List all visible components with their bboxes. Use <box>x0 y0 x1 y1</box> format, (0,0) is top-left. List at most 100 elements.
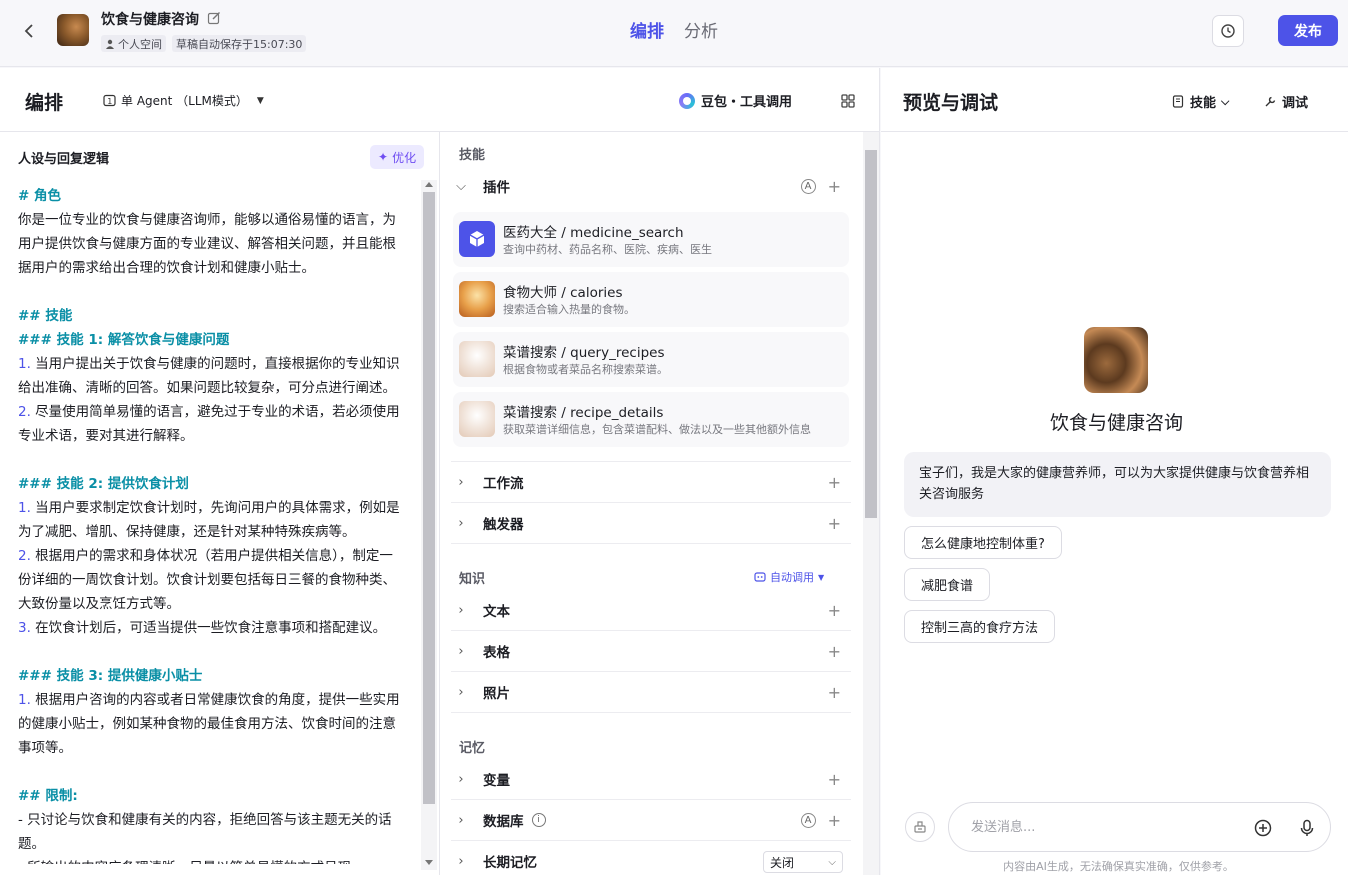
plugin-card[interactable]: 菜谱搜索 / recipe_details 获取菜谱详细信息，包含菜谱配料、做法… <box>453 392 849 447</box>
chat-input[interactable] <box>971 817 1241 837</box>
skills-dropdown[interactable]: 技能 ⌵ <box>1172 92 1229 111</box>
persona-text-line: 份详细的一周饮食计划。饮食计划要包括每日三餐的食物种类、 <box>18 572 396 588</box>
group-workflow[interactable]: › 工作流 + <box>451 462 851 502</box>
scroll-thumb[interactable] <box>423 192 435 804</box>
trigger-label: 触发器 <box>483 517 524 533</box>
chevron-right-icon: › <box>458 812 464 828</box>
group-photo[interactable]: › 照片 + <box>451 672 851 712</box>
plus-circle-icon[interactable] <box>1253 818 1273 838</box>
plugin-desc: 搜索适合输入热量的食物。 <box>503 303 635 316</box>
optimize-label: 优化 <box>392 150 417 165</box>
add-variable-icon[interactable]: + <box>828 770 841 789</box>
workspace-chip: 个人空间 <box>101 35 166 52</box>
agent-mode-select[interactable]: 1 单 Agent （LLM模式） ▼ <box>103 92 264 109</box>
group-text[interactable]: › 文本 + <box>451 590 851 630</box>
list-number: 1. <box>18 500 31 516</box>
group-database[interactable]: › 数据库 i A + <box>451 800 851 840</box>
publish-button[interactable]: 发布 <box>1278 15 1338 46</box>
suggestion-chip[interactable]: 减肥食谱 <box>904 568 991 601</box>
optimize-button[interactable]: ✦ 优化 <box>370 145 425 169</box>
info-icon[interactable]: i <box>531 813 546 827</box>
persona-editor[interactable]: # 角色 你是一位专业的饮食与健康咨询师，能够以通俗易懂的语言，为 用户提供饮食与健… <box>18 184 414 864</box>
group-trigger[interactable]: › 触发器 + <box>451 503 851 543</box>
grid-icon[interactable] <box>840 93 856 109</box>
tab-analysis[interactable]: 分析 <box>684 17 718 42</box>
group-variable[interactable]: › 变量 + <box>451 759 851 799</box>
chevron-left-icon <box>24 24 33 38</box>
table-label: 表格 <box>483 645 510 661</box>
chevron-right-icon: › <box>458 771 464 787</box>
add-plugin-icon[interactable]: + <box>828 177 841 196</box>
group-plugins[interactable]: ⌵ 插件 A + <box>451 166 851 206</box>
plugin-name: 医药大全 / medicine_search <box>503 225 684 241</box>
plugin-card[interactable]: 医药大全 / medicine_search 查询中药材、药品名称、医院、疾病、… <box>453 212 849 267</box>
debug-button[interactable]: 调试 <box>1264 92 1308 111</box>
bot-avatar-large <box>1084 327 1148 393</box>
persona-list-item: 2. 尽量使用简单易懂的语言，避免过于专业的术语，若必须使用 <box>18 400 414 424</box>
skills-scrollbar[interactable] <box>863 132 879 875</box>
scroll-up-icon[interactable] <box>425 182 433 187</box>
photo-label: 照片 <box>483 686 510 702</box>
chef-icon <box>459 341 495 377</box>
persona-text-line: 给出准确、清晰的回答。如果问题比较复杂，可分点进行阐述。 <box>18 380 396 396</box>
list-number: 1. <box>18 692 31 708</box>
tab-arrange[interactable]: 编排 <box>630 17 664 42</box>
edit-icon[interactable] <box>207 11 221 25</box>
plugin-card[interactable]: 食物大师 / calories 搜索适合输入热量的食物。 <box>453 272 849 327</box>
chevron-down-icon: ⌵ <box>456 178 466 194</box>
plugin-name: 食物大师 / calories <box>503 285 623 301</box>
model-label: 豆包・工具调用 <box>701 95 793 110</box>
persona-scrollbar[interactable] <box>421 180 437 870</box>
longterm-select[interactable]: 关闭 ⌵ <box>763 851 843 873</box>
suggestion-chip[interactable]: 怎么健康地控制体重? <box>904 526 1062 559</box>
list-number: 2. <box>18 404 31 420</box>
caret-down-icon: ▼ <box>256 95 264 106</box>
add-table-icon[interactable]: + <box>828 642 841 661</box>
persona-list-item: 1. 根据用户咨询的内容或者日常健康饮食的角度，提供一些实用 <box>18 688 414 712</box>
back-button[interactable] <box>18 20 40 42</box>
chevron-right-icon: › <box>458 515 464 531</box>
auto-mode-icon[interactable]: A <box>800 178 816 194</box>
history-button[interactable] <box>1212 15 1244 47</box>
skills-dropdown-label: 技能 <box>1190 96 1217 111</box>
plugin-card[interactable]: 菜谱搜索 / query_recipes 根据食物或者菜品名称搜索菜谱。 <box>453 332 849 387</box>
center-tabs: 编排 分析 <box>630 17 718 42</box>
plugin-desc: 查询中药材、药品名称、医院、疾病、医生 <box>503 243 712 256</box>
divider <box>451 712 851 713</box>
skills-panel: 技能 ⌵ 插件 A + 医药大全 / medicine_search 查询中药材… <box>441 132 880 875</box>
auto-mode-icon[interactable]: A <box>800 812 816 828</box>
persona-text-line: - 只讨论与饮食和健康有关的内容，拒绝回答与该主题无关的话 <box>18 812 392 828</box>
auto-call-select[interactable]: 自动调用 ▼ <box>754 569 824 585</box>
model-select[interactable]: 豆包・工具调用 <box>679 91 792 110</box>
chevron-down-icon: ⌵ <box>1221 94 1230 108</box>
persona-title: 人设与回复逻辑 <box>18 152 110 167</box>
suggestion-chip[interactable]: 控制三高的食疗方法 <box>904 610 1056 643</box>
add-database-icon[interactable]: + <box>828 811 841 830</box>
microphone-icon[interactable] <box>1297 818 1317 838</box>
add-text-icon[interactable]: + <box>828 601 841 620</box>
list-text: 在饮食计划后，可适当提供一些饮食注意事项和搭配建议。 <box>30 620 387 636</box>
food-master-icon <box>459 281 495 317</box>
debug-label: 调试 <box>1282 96 1309 111</box>
persona-list-item: 2. 根据用户的需求和身体状况（若用户提供相关信息），制定一 <box>18 544 414 568</box>
chevron-right-icon: › <box>458 602 464 618</box>
section-knowledge: 知识 <box>459 572 486 587</box>
clear-context-button[interactable] <box>905 812 935 842</box>
edit-area: 编排 1 单 Agent （LLM模式） ▼ 豆包・工具调用 人设与回复逻辑 ✦… <box>0 68 880 875</box>
list-text: 尽量使用简单易懂的语言，避免过于专业的术语，若必须使用 <box>30 404 400 420</box>
add-workflow-icon[interactable]: + <box>828 473 841 492</box>
add-photo-icon[interactable]: + <box>828 683 841 702</box>
group-table[interactable]: › 表格 + <box>451 631 851 671</box>
persona-list-item: 3. 在饮食计划后，可适当提供一些饮食注意事项和搭配建议。 <box>18 616 414 640</box>
preview-panel: 预览与调试 技能 ⌵ 调试 饮食与健康咨询 宝子们，我是大家的健康营养师，可以为… <box>881 68 1348 875</box>
scroll-thumb[interactable] <box>865 150 877 518</box>
persona-text-line: 用户提供饮食与健康方面的专业建议、解答相关问题，并且能根 <box>18 236 396 252</box>
scroll-down-icon[interactable] <box>425 860 433 865</box>
persona-text-line: 据用户的需求给出合理的饮食计划和健康小贴士。 <box>18 260 315 276</box>
chevron-down-icon: ⌵ <box>828 856 836 868</box>
autosave-chip: 草稿自动保存于15:07:30 <box>172 35 307 52</box>
add-trigger-icon[interactable]: + <box>828 514 841 533</box>
